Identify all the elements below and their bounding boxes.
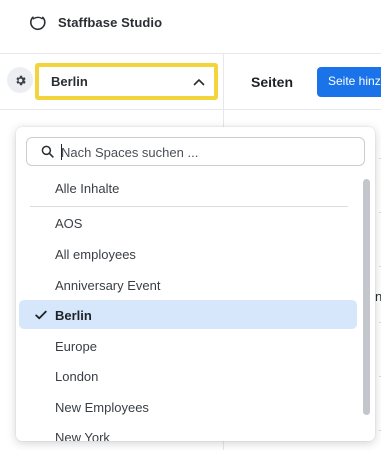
option-label: Europe xyxy=(55,339,97,354)
space-search-box[interactable] xyxy=(26,137,365,166)
option-new-employees[interactable]: New Employees xyxy=(19,392,357,421)
text-cursor xyxy=(61,144,62,160)
main-header: Seiten Seite hinzufügen xyxy=(224,54,381,110)
menu-divider xyxy=(30,206,348,207)
chevron-up-icon xyxy=(193,79,205,86)
app-title: Staffbase Studio xyxy=(58,15,163,30)
option-label: All employees xyxy=(55,247,136,262)
add-page-button[interactable]: Seite hinzufügen xyxy=(317,67,381,97)
option-berlin[interactable]: Berlin xyxy=(19,300,357,329)
scrollbar-thumb[interactable] xyxy=(363,179,370,415)
option-london[interactable]: London xyxy=(19,361,357,390)
space-selector-dropdown[interactable]: Berlin xyxy=(35,63,218,100)
option-europe[interactable]: Europe xyxy=(19,331,357,360)
option-label: Berlin xyxy=(55,308,92,323)
sidebar-toolbar: Berlin xyxy=(0,54,224,110)
table-cell-clipped-text: n xyxy=(375,289,381,304)
check-icon xyxy=(35,310,47,320)
staffbase-logo-icon[interactable] xyxy=(29,14,47,32)
search-icon xyxy=(41,145,54,158)
option-all-content[interactable]: Alle Inhalte xyxy=(19,173,357,202)
option-new-york[interactable]: New York xyxy=(19,422,357,441)
top-header: Staffbase Studio xyxy=(0,0,381,54)
option-label: Alle Inhalte xyxy=(55,181,120,196)
option-anniversary-event[interactable]: Anniversary Event xyxy=(19,270,357,299)
space-search-input[interactable] xyxy=(61,142,351,162)
dropdown-scrollbar[interactable] xyxy=(363,173,371,435)
space-dropdown-menu: Alle Inhalte AOS All employees Anniversa… xyxy=(16,127,375,441)
app-window: Staffbase Studio Berlin Seiten Seite hin… xyxy=(0,0,381,450)
option-aos[interactable]: AOS xyxy=(19,208,357,237)
option-label: New York xyxy=(55,430,110,441)
space-settings-button[interactable] xyxy=(7,67,33,93)
option-all-employees[interactable]: All employees xyxy=(19,239,357,268)
option-label: London xyxy=(55,369,99,384)
page-title: Seiten xyxy=(251,74,294,90)
space-selector-value: Berlin xyxy=(51,74,88,89)
option-label: Anniversary Event xyxy=(55,278,161,293)
option-label: New Employees xyxy=(55,400,149,415)
gear-icon xyxy=(15,75,26,85)
option-label: AOS xyxy=(55,216,83,231)
